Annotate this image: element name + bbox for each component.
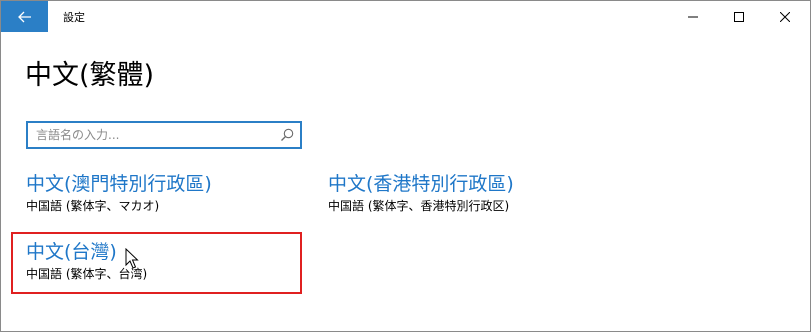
minimize-icon <box>688 16 698 17</box>
language-name[interactable]: 中文(澳門特別行政區) <box>26 172 212 196</box>
highlight-annotation-box <box>11 232 302 294</box>
title-bar: 設定 <box>1 1 810 32</box>
language-name[interactable]: 中文(香港特別行政區) <box>328 172 514 196</box>
close-button[interactable] <box>762 1 808 32</box>
settings-window: 設定 中文(繁體) 中文(澳門特別行政區) 中国語 (繁体字、マカオ) <box>0 0 811 332</box>
language-option-hong-kong[interactable]: 中文(香港特別行政區) 中国語 (繁体字、香港特別行政区) <box>328 172 514 214</box>
back-arrow-icon <box>17 11 31 22</box>
page-title: 中文(繁體) <box>25 60 155 91</box>
window-title: 設定 <box>63 11 85 24</box>
maximize-button[interactable] <box>716 1 762 32</box>
maximize-icon <box>734 11 744 22</box>
language-description: 中国語 (繁体字、マカオ) <box>26 199 160 213</box>
mouse-pointer-icon <box>125 248 139 269</box>
minimize-button[interactable] <box>670 1 716 32</box>
close-icon <box>780 11 790 22</box>
search-icon[interactable] <box>279 127 295 143</box>
language-option-macau[interactable]: 中文(澳門特別行政區) 中国語 (繁体字、マカオ) <box>26 172 212 214</box>
language-search-input[interactable] <box>36 126 276 144</box>
language-description: 中国語 (繁体字、香港特別行政区) <box>328 199 510 213</box>
back-button[interactable] <box>1 1 48 32</box>
language-search-box[interactable] <box>26 121 302 149</box>
